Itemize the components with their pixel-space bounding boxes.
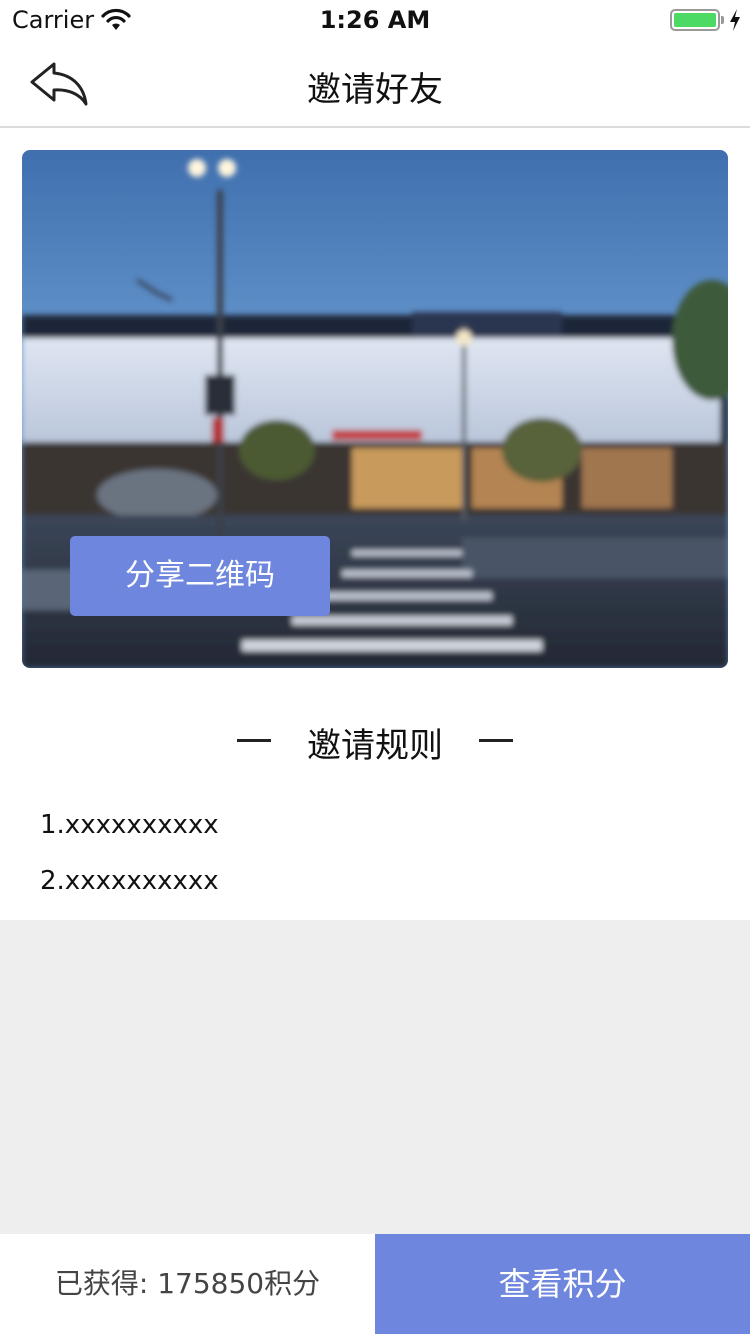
navigation-bar: 邀请好友 [0, 40, 750, 128]
page-title: 邀请好友 [307, 70, 443, 110]
battery-level [674, 13, 716, 27]
heading-dash-right [479, 739, 513, 742]
charging-bolt-icon [730, 9, 740, 31]
points-earned-label: 已获得: 175850积分 [54, 1267, 321, 1300]
bottom-bar: 已获得: 175850积分 查看积分 [0, 1234, 750, 1334]
rule-item: 2.xxxxxxxxxx [40, 866, 219, 896]
content-background [0, 920, 750, 1234]
share-qrcode-button[interactable]: 分享二维码 [70, 536, 330, 616]
rules-heading: 邀请规则 [0, 718, 750, 766]
clock: 1:26 AM [319, 6, 431, 34]
rule-item: 1.xxxxxxxxxx [40, 810, 219, 840]
view-points-button[interactable]: 查看积分 [375, 1234, 750, 1334]
battery-icon [670, 9, 720, 31]
status-bar: Carrier 1:26 AM [0, 0, 750, 40]
battery-tip [721, 16, 724, 24]
invite-banner: 分享二维码 [22, 150, 728, 668]
rules-title: 邀请规则 [307, 726, 443, 766]
